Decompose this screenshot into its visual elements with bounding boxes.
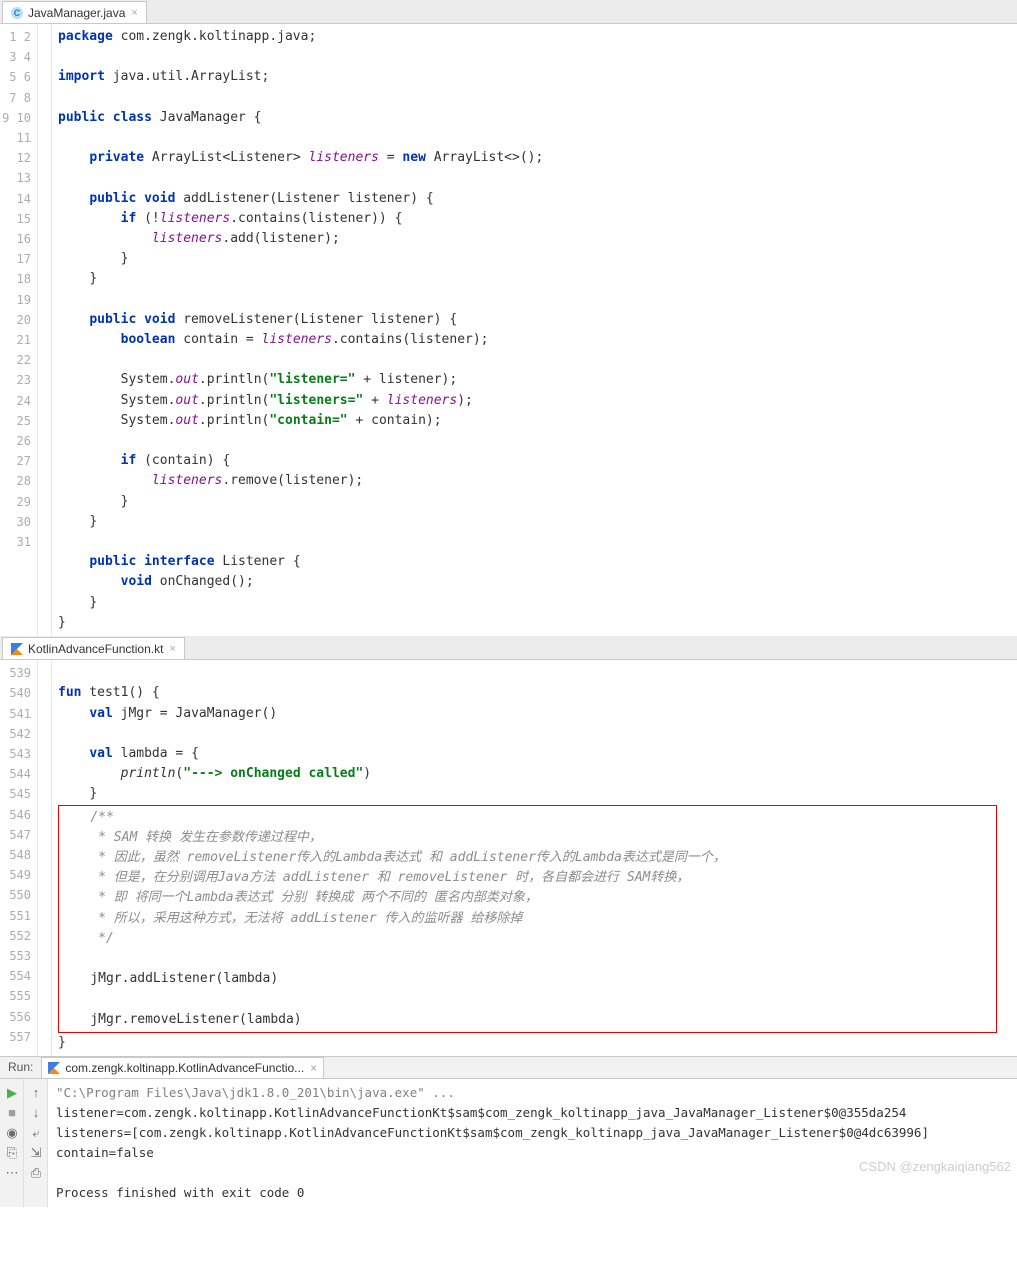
console-line: listener=com.zengk.koltinapp.KotlinAdvan… [56,1105,906,1120]
tab-title: KotlinAdvanceFunction.kt [28,642,163,656]
editor-java[interactable]: 1 2 3 4 5 6 7 8 9 10 11 12 13 14 15 16 1… [0,24,1017,636]
run-label: Run: [0,1056,41,1078]
close-icon[interactable]: × [310,1061,317,1075]
tab-kotlin[interactable]: KotlinAdvanceFunction.kt × [2,637,185,659]
kotlin-icon [48,1062,60,1074]
gutter: 539 540 541 542 543 544 545 546 547 548 … [0,660,38,1056]
more-icon[interactable]: ⋯ [0,1163,24,1183]
run-tab[interactable]: com.zengk.koltinapp.KotlinAdvanceFunctio… [41,1057,324,1078]
run-panel: Run: com.zengk.koltinapp.KotlinAdvanceFu… [0,1056,1017,1207]
run-body: ▶ ■ ◉ ⎘ ⋯ ↑ ↓ ⤶ ⇲ ⎙ "C:\Program Files\Ja… [0,1079,1017,1207]
gutter: 1 2 3 4 5 6 7 8 9 10 11 12 13 14 15 16 1… [0,24,38,636]
scroll-icon[interactable]: ⇲ [24,1143,48,1163]
console-line: Process finished with exit code 0 [56,1185,304,1200]
editor-kotlin[interactable]: 539 540 541 542 543 544 545 546 547 548 … [0,660,1017,1056]
watermark: CSDN @zengkaiqiang562 [859,1157,1011,1177]
run-header: Run: com.zengk.koltinapp.KotlinAdvanceFu… [0,1057,1017,1079]
up-icon[interactable]: ↑ [24,1083,48,1103]
console-line: listeners=[com.zengk.koltinapp.KotlinAdv… [56,1125,929,1140]
tab-java[interactable]: C JavaManager.java × [2,1,147,23]
fold-column [38,24,52,636]
fold-column [38,660,52,1056]
wrap-icon[interactable]: ⤶ [24,1123,48,1143]
exit-icon[interactable]: ⎘ [0,1143,24,1163]
tab-title: JavaManager.java [28,6,125,20]
close-icon[interactable]: × [169,643,175,655]
tab-bar-bottom: KotlinAdvanceFunction.kt × [0,636,1017,660]
tab-bar-top: C JavaManager.java × [0,0,1017,24]
print-icon[interactable]: ⎙ [24,1163,48,1183]
run-tab-title: com.zengk.koltinapp.KotlinAdvanceFunctio… [65,1061,304,1075]
console-line: "C:\Program Files\Java\jdk1.8.0_201\bin\… [56,1085,455,1100]
console-output[interactable]: "C:\Program Files\Java\jdk1.8.0_201\bin\… [48,1079,1017,1207]
rerun-icon[interactable]: ▶ [0,1083,24,1103]
run-toolbar-left: ▶ ■ ◉ ⎘ ⋯ [0,1079,24,1207]
run-toolbar-right: ↑ ↓ ⤶ ⇲ ⎙ [24,1079,48,1207]
stop-icon[interactable]: ■ [0,1103,24,1123]
highlight-box: /** * SAM 转换 发生在参数传递过程中， * 因此，虽然 removeL… [58,805,997,1033]
class-icon: C [11,7,23,19]
code-kotlin[interactable]: fun test1() { val jMgr = JavaManager() v… [52,660,1017,1056]
camera-icon[interactable]: ◉ [0,1123,24,1143]
close-icon[interactable]: × [131,7,137,19]
kotlin-icon [11,643,23,655]
down-icon[interactable]: ↓ [24,1103,48,1123]
console-line: contain=false [56,1145,154,1160]
code-java[interactable]: package com.zengk.koltinapp.java; import… [52,24,1017,636]
